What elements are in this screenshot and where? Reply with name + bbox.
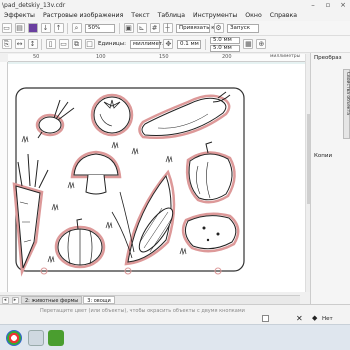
snap-icon[interactable]: ⊕ — [256, 39, 267, 49]
menu-effects[interactable]: Эффекты — [0, 12, 39, 19]
minimize-button[interactable]: – — [306, 0, 320, 10]
toolbar-divider — [41, 38, 42, 50]
ruler-tick: 200 — [222, 54, 232, 60]
docker-title: Преобраз — [314, 55, 342, 61]
eggplant-drawing — [138, 91, 231, 139]
nudge-icon: ✥ — [163, 39, 174, 49]
vertical-ruler[interactable] — [0, 62, 8, 292]
carrot-drawing — [12, 153, 49, 277]
units-label: Единицы: — [98, 41, 126, 47]
property-bar: ⎘ ↔ ↕ ▯ ▭ ⧉ □ Единицы: миллимет... ✥ 0.1… — [0, 36, 350, 53]
fill-status-text: Нет — [322, 316, 333, 322]
current-page-icon[interactable]: □ — [84, 39, 95, 49]
app-icon[interactable] — [28, 330, 44, 346]
pumpkin-drawing — [54, 218, 106, 269]
ruler-tick: 100 — [96, 54, 106, 60]
fill-swatch-icon[interactable] — [262, 315, 269, 322]
guidelines-icon[interactable]: ┼ — [162, 23, 173, 33]
options-icon[interactable]: ⚙ — [213, 23, 224, 33]
vegetables-artwork[interactable] — [8, 62, 305, 292]
menu-window[interactable]: Окно — [241, 12, 265, 19]
taskbar — [0, 324, 350, 350]
import-icon[interactable]: ↓ — [40, 23, 51, 33]
menu-table[interactable]: Таблица — [154, 12, 189, 19]
landscape-icon[interactable]: ▭ — [58, 39, 69, 49]
zoom-select[interactable]: 50% — [85, 23, 115, 33]
status-bar: Перетащите цвет (или объекты), чтобы окр… — [0, 304, 350, 324]
fill-icon[interactable]: ◆ — [312, 315, 319, 322]
page-tab-vegetables[interactable]: 3: овощи — [83, 296, 115, 304]
title-bar: \pad_detskiy_13v.cdr – ▫ × — [0, 0, 350, 10]
menu-bar: Эффекты Растровые изображения Текст Табл… — [0, 10, 350, 21]
status-hint: Перетащите цвет (или объекты), чтобы окр… — [40, 308, 245, 314]
pepper-drawing — [185, 141, 236, 204]
tomato-drawing — [90, 93, 134, 137]
next-page-icon[interactable]: ▸ — [11, 296, 19, 304]
height-icon[interactable]: ↕ — [27, 39, 38, 49]
page-tab-farm-animals[interactable]: 2: животные фермы — [21, 296, 83, 304]
treat-as-filled-icon[interactable]: ▦ — [243, 39, 254, 49]
width-icon[interactable]: ↔ — [14, 39, 25, 49]
horizontal-ruler[interactable]: 50 100 150 200 миллиметры — [8, 54, 305, 62]
outline-pen-icon[interactable]: ✕ — [296, 315, 303, 323]
duplicate-x-input[interactable]: 5.0 мм — [209, 36, 240, 44]
corel-connect-icon[interactable] — [27, 23, 38, 33]
ruler-tick: 50 — [33, 54, 40, 60]
prev-page-icon[interactable]: ◂ — [1, 296, 9, 304]
new-icon[interactable]: ▭ — [1, 23, 12, 33]
portrait-icon[interactable]: ▯ — [45, 39, 56, 49]
potato-drawing — [181, 212, 240, 253]
units-select[interactable]: миллимет... — [129, 39, 167, 49]
snap-to-dropdown[interactable]: Привязать к — [176, 23, 215, 33]
nudge-input[interactable]: 0.1 мм — [176, 39, 201, 49]
export-icon[interactable]: ↑ — [53, 23, 64, 33]
menu-text[interactable]: Текст — [127, 12, 153, 19]
open-icon[interactable]: ▤ — [14, 23, 25, 33]
full-screen-icon[interactable]: ▣ — [123, 23, 134, 33]
corel-app-icon[interactable] — [48, 330, 64, 346]
page-tabs: ◂ ▸ 2: животные фермы 3: овощи — [0, 295, 300, 304]
ruler-tick: 150 — [159, 54, 169, 60]
mushroom-drawing — [70, 150, 122, 195]
standard-toolbar: ▭ ▤ ↓ ↑ ⌕ 50% ▣ ⊾ # ┼ Привязать к ⚙ Запу… — [0, 21, 350, 36]
ruler-units-label: миллиметры — [270, 54, 301, 59]
corn-drawing — [111, 169, 176, 266]
restore-button[interactable]: ▫ — [321, 0, 335, 10]
copies-label: Копии — [314, 153, 333, 159]
zoom-icon[interactable]: ⌕ — [71, 23, 82, 33]
window-title: \pad_detskiy_13v.cdr — [2, 1, 66, 9]
chrome-icon[interactable] — [6, 330, 22, 346]
drawing-canvas[interactable] — [8, 62, 305, 292]
all-pages-icon[interactable]: ⧉ — [71, 39, 82, 49]
object-properties-tab[interactable]: Свойства объекта — [343, 69, 350, 139]
rulers-icon[interactable]: ⊾ — [136, 23, 147, 33]
grid-icon[interactable]: # — [149, 23, 160, 33]
toolbar-divider — [204, 38, 206, 50]
close-button[interactable]: × — [336, 0, 350, 10]
menu-help[interactable]: Справка — [266, 12, 301, 19]
launch-dropdown[interactable]: Запуск — [227, 23, 259, 33]
object-properties-tab-label: Свойства объекта — [345, 72, 350, 115]
docker-panel: Преобраз Свойства объекта Копии — [310, 53, 350, 311]
menu-tools[interactable]: Инструменты — [189, 12, 241, 19]
page-size-icon[interactable]: ⎘ — [1, 39, 12, 49]
menu-bitmaps[interactable]: Растровые изображения — [39, 12, 127, 19]
toolbar-divider — [119, 22, 120, 34]
toolbar-divider — [67, 22, 68, 34]
duplicate-distance: 5.0 мм 5.0 мм — [208, 36, 242, 52]
duplicate-y-input[interactable]: 5.0 мм — [209, 44, 240, 52]
